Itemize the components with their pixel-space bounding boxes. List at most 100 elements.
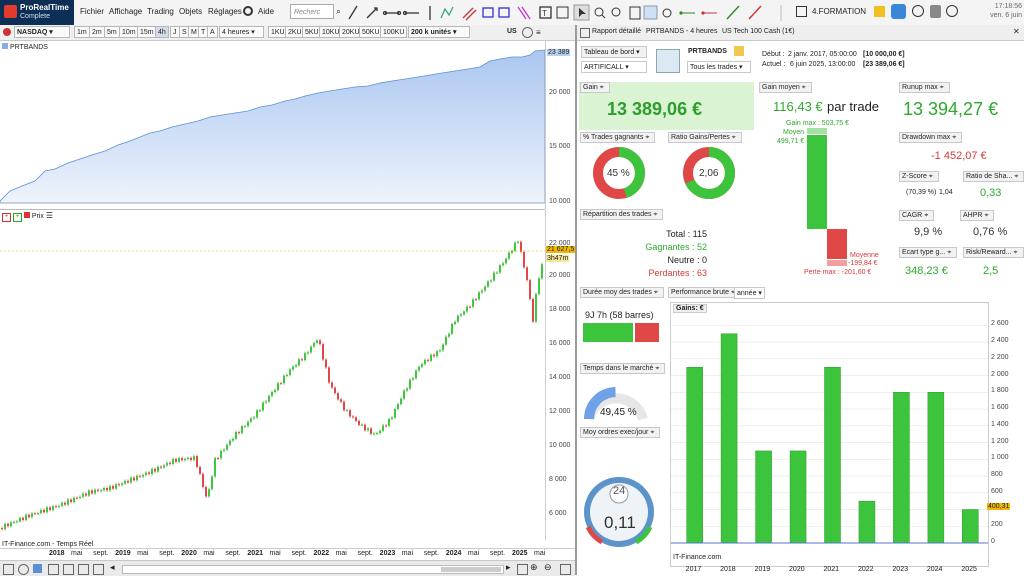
- price-candle: [499, 265, 501, 273]
- zigzag-icon: [440, 6, 454, 19]
- dashboard-icon[interactable]: [656, 49, 680, 73]
- price-candle: [376, 433, 378, 435]
- price-candle: [193, 456, 195, 460]
- price-candle: [25, 514, 27, 520]
- menu-affichage[interactable]: Affichage: [109, 7, 142, 16]
- screenshot-icon[interactable]: [63, 564, 74, 575]
- equity-y-axis[interactable]: 23 389 20 000 15 000 10 000: [545, 41, 576, 209]
- gains-ytick: 1 600: [991, 404, 1009, 412]
- tf-a[interactable]: A: [207, 26, 218, 38]
- record-icon[interactable]: [3, 28, 11, 36]
- tf-15m[interactable]: 15m: [137, 26, 157, 38]
- fit-icon[interactable]: [517, 564, 528, 575]
- zoom-in-icon[interactable]: ⊕: [530, 562, 538, 573]
- price-candle: [412, 378, 414, 380]
- main-toolbar: ProRealTime Complete Fichier Affichage T…: [0, 0, 1024, 26]
- perte-max-label: Perte max : -201,60 €: [804, 269, 872, 276]
- tf-10m[interactable]: 10m: [119, 26, 139, 38]
- flag-icon[interactable]: [874, 6, 885, 17]
- account-selector[interactable]: ARTIFICALL ▾: [581, 61, 647, 73]
- gains-bar: [858, 500, 876, 544]
- price-candle: [358, 420, 360, 425]
- tick-100ku[interactable]: 100KU: [380, 26, 408, 38]
- gain-label: Gain ⌖: [580, 82, 610, 93]
- perf-period-selector[interactable]: année ▾: [734, 287, 765, 299]
- template-icon[interactable]: [48, 564, 59, 575]
- tf-2m[interactable]: 2m: [89, 26, 105, 38]
- headset-icon[interactable]: [243, 6, 253, 16]
- price-candle: [343, 401, 345, 411]
- instrument-selector[interactable]: NASDAQ ▾: [14, 26, 70, 38]
- scroll-left-icon[interactable]: ◂: [110, 562, 115, 573]
- gains-chart[interactable]: Gains: € IT-Finance.com: [670, 302, 989, 567]
- pin-icon: ⌖: [952, 134, 957, 141]
- price-candle: [400, 398, 402, 405]
- units-selector[interactable]: 200 k unités ▾: [408, 26, 470, 38]
- report-title: Rapport détaillé: [592, 28, 642, 35]
- menu-reglages[interactable]: Réglages: [208, 7, 242, 16]
- dashboard-selector[interactable]: Tableau de bord ▾: [581, 46, 647, 58]
- save-icon[interactable]: [796, 6, 807, 17]
- perf-label: Performance brute ⌖: [668, 287, 741, 298]
- tf-1m[interactable]: 1m: [74, 26, 90, 38]
- time-scrollbar[interactable]: [122, 565, 504, 574]
- price-candle: [418, 366, 420, 371]
- phone-icon[interactable]: [930, 5, 941, 18]
- price-pane[interactable]: + + Prix ☰ IT-Finance.com - Temps Réel: [0, 210, 545, 548]
- pin-icon: ⌖: [1014, 173, 1019, 180]
- price-candle: [73, 497, 75, 502]
- price-candle: [202, 473, 204, 487]
- menu-objets[interactable]: Objets: [179, 7, 202, 16]
- menu-aide[interactable]: Aide: [258, 7, 274, 16]
- edit-icon[interactable]: [734, 46, 744, 56]
- app-brand: ProRealTime Complete: [0, 0, 74, 25]
- speaker-icon[interactable]: [891, 4, 906, 19]
- price-candle: [382, 425, 384, 431]
- price-candle: [187, 457, 189, 460]
- search-input[interactable]: Recherc: [290, 4, 334, 19]
- chart-type-icon[interactable]: [33, 564, 42, 573]
- print-icon[interactable]: [78, 564, 89, 575]
- ahpr-value: 0,76 %: [973, 226, 1008, 238]
- price-candle: [259, 410, 261, 412]
- gains-bar: [927, 392, 945, 544]
- time-axis-label: sept.: [93, 550, 109, 557]
- cursor-sync-icon[interactable]: [18, 564, 29, 575]
- help-icon[interactable]: [946, 5, 958, 17]
- tf-5m[interactable]: 5m: [104, 26, 120, 38]
- price-candle: [88, 490, 90, 496]
- price-candle: [337, 393, 339, 400]
- trades-filter[interactable]: Tous les trades ▾: [687, 61, 751, 73]
- time-axis[interactable]: 2018 mai sept. 2019 mai sept. 2020 mai sept. 2021…: [0, 548, 575, 560]
- ratio-value: 2,06: [699, 168, 719, 179]
- price-candle: [7, 523, 9, 527]
- settings-icon[interactable]: [912, 5, 924, 17]
- scroll-right-icon[interactable]: ▸: [506, 562, 511, 573]
- tf-4h[interactable]: 4h: [155, 26, 169, 38]
- close-icon[interactable]: ✕: [1013, 27, 1020, 36]
- menu-trading[interactable]: Trading: [147, 7, 174, 16]
- layout-icon[interactable]: [3, 564, 14, 575]
- price-candle: [211, 476, 213, 490]
- equity-pane[interactable]: PRTBANDS: [0, 41, 545, 210]
- menu-icon[interactable]: ≡: [536, 28, 541, 37]
- price-candle: [115, 484, 117, 489]
- price-candle: [454, 321, 456, 325]
- price-candle: [199, 466, 201, 474]
- gains-ytick: 800: [991, 471, 1003, 479]
- tick-50ku[interactable]: 50KU: [359, 26, 383, 38]
- search-icon[interactable]: ⌕: [336, 6, 341, 17]
- price-candle: [535, 294, 537, 322]
- export-icon[interactable]: [93, 564, 104, 575]
- globe-icon[interactable]: [522, 27, 533, 38]
- fullscreen-icon[interactable]: [560, 564, 571, 575]
- moyen-label: Moyen: [783, 129, 805, 136]
- pct-trades-value: 45 %: [607, 168, 630, 179]
- period-selector[interactable]: 4 heures ▾: [219, 26, 264, 38]
- workspace-selector[interactable]: 4.FORMATION: [812, 7, 866, 16]
- menu-fichier[interactable]: Fichier: [80, 7, 104, 16]
- zscore-value: (70,39 %): [906, 189, 937, 196]
- zoom-out-icon[interactable]: ⊖: [544, 562, 552, 573]
- price-candle: [346, 410, 348, 412]
- price-y-axis[interactable]: 22 000 21 627,5 3h47m 20 000 18 000 16 0…: [545, 210, 576, 540]
